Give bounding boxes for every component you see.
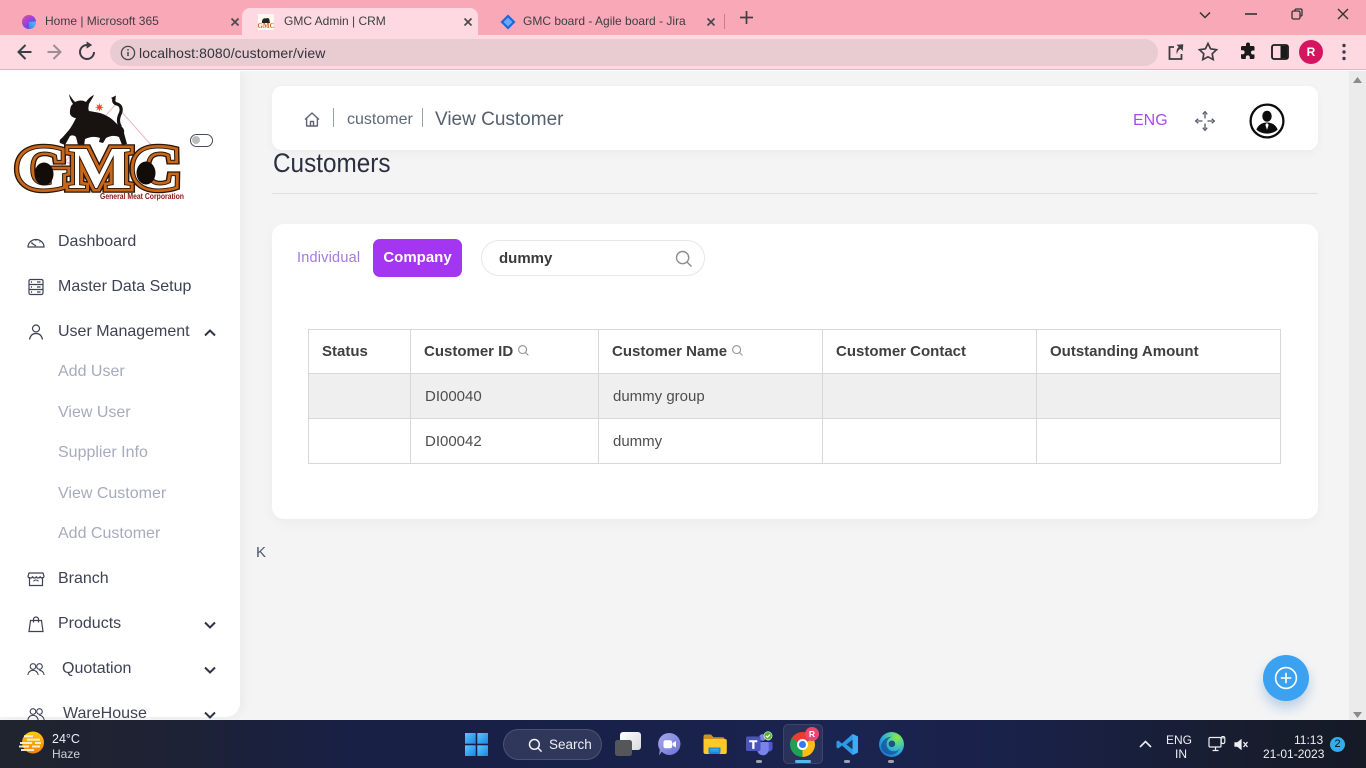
svg-text:General Meat Corporation: General Meat Corporation xyxy=(100,192,184,201)
svg-text:GMC: GMC xyxy=(258,22,274,30)
